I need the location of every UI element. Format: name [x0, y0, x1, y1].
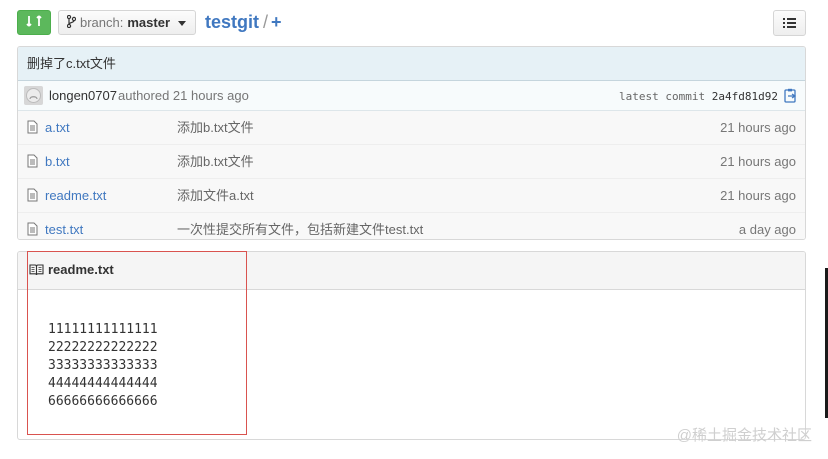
latest-commit: latest commit 2a4fd81d92	[619, 81, 778, 112]
compare-icon	[26, 14, 42, 31]
file-age: 21 hours ago	[720, 188, 796, 203]
file-icon	[27, 222, 38, 239]
readme-line: 66666666666666	[48, 394, 158, 409]
file-icon	[27, 120, 38, 137]
list-icon	[783, 16, 796, 31]
file-commit-message[interactable]: 添加b.txt文件	[177, 145, 254, 178]
clipboard-icon[interactable]	[784, 88, 797, 106]
file-name-link[interactable]: b.txt	[45, 145, 70, 178]
readme-content: 11111111111111 22222222222222 3333333333…	[18, 290, 805, 411]
avatar[interactable]	[24, 86, 43, 105]
file-row: test.txt 一次性提交所有文件，包括新建文件test.txt a day …	[18, 212, 805, 239]
readme-line: 22222222222222	[48, 340, 158, 355]
file-name-link[interactable]: a.txt	[45, 111, 70, 144]
branch-label: branch:	[80, 15, 124, 30]
chevron-down-icon	[178, 20, 187, 26]
readme-title: readme.txt	[48, 262, 114, 277]
watermark: @稀土掘金技术社区	[676, 427, 812, 444]
latest-commit-label: latest commit	[619, 90, 706, 103]
branch-icon	[66, 14, 77, 31]
list-view-button[interactable]	[773, 10, 806, 36]
file-commit-message[interactable]: 一次性提交所有文件，包括新建文件test.txt	[177, 213, 423, 239]
commit-author[interactable]: longen0707	[49, 81, 117, 110]
book-icon	[29, 264, 44, 279]
file-commit-message[interactable]: 添加b.txt文件	[177, 111, 254, 144]
readme-header: readme.txt	[18, 252, 805, 290]
file-row: b.txt 添加b.txt文件 21 hours ago	[18, 144, 805, 178]
file-browser: 删掉了c.txt文件 longen0707 authored 21 hours …	[17, 46, 806, 240]
commit-sha-link[interactable]: 2a4fd81d92	[712, 90, 778, 103]
path-separator: /	[263, 12, 269, 32]
commit-meta: longen0707 authored 21 hours ago latest …	[18, 81, 805, 111]
commit-message[interactable]: 删掉了c.txt文件	[18, 47, 805, 81]
branch-value: master	[127, 15, 171, 30]
readme-line: 33333333333333	[48, 358, 158, 373]
file-list: a.txt 添加b.txt文件 21 hours ago b.txt 添加b.t…	[18, 111, 805, 239]
readme-panel: readme.txt 11111111111111 22222222222222…	[17, 251, 806, 440]
file-row: a.txt 添加b.txt文件 21 hours ago	[18, 111, 805, 144]
repo-name-link[interactable]: testgit	[205, 12, 259, 32]
file-commit-message[interactable]: 添加文件a.txt	[177, 179, 254, 212]
readme-line: 44444444444444	[48, 376, 158, 391]
branch-selector[interactable]: branch: master	[58, 10, 197, 35]
file-age: a day ago	[738, 222, 796, 237]
file-name-link[interactable]: test.txt	[45, 213, 83, 239]
file-age: 21 hours ago	[720, 120, 796, 135]
file-icon	[27, 188, 38, 205]
breadcrumb: testgit / +	[205, 11, 282, 33]
file-age: 21 hours ago	[720, 154, 796, 169]
commit-time: authored 21 hours ago	[118, 88, 249, 103]
add-file-button[interactable]: +	[271, 12, 282, 32]
file-icon	[27, 154, 38, 171]
repo-toolbar: branch: master testgit / +	[17, 10, 806, 36]
file-name-link[interactable]: readme.txt	[45, 179, 106, 212]
compare-button[interactable]	[17, 10, 51, 35]
readme-line: 11111111111111	[48, 322, 158, 337]
file-row: readme.txt 添加文件a.txt 21 hours ago	[18, 178, 805, 212]
